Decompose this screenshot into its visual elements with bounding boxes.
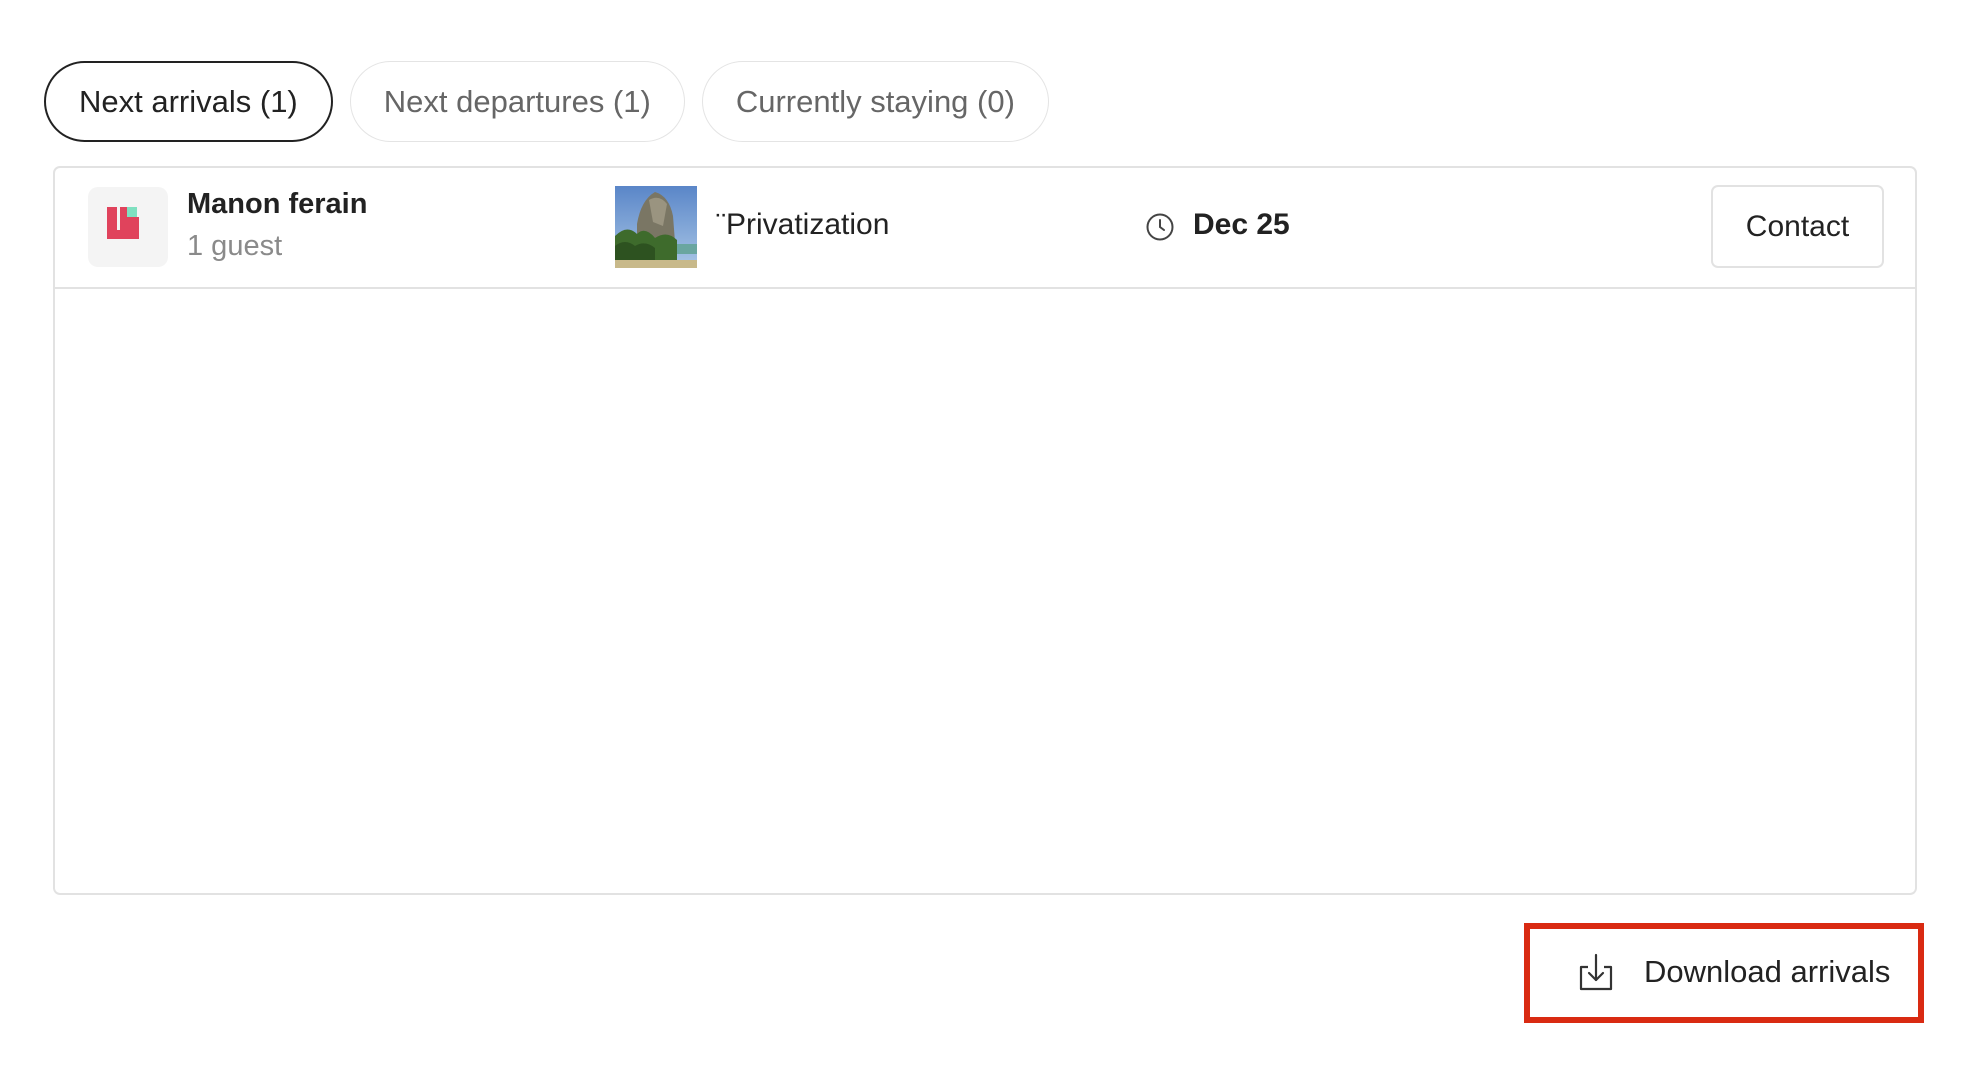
tab-currently-staying[interactable]: Currently staying (0) [701, 61, 1049, 142]
guest-count: 1 guest [187, 230, 283, 262]
reservation-tabs: Next arrivals (1) Next departures (1) Cu… [44, 61, 1049, 142]
tab-next-departures[interactable]: Next departures (1) [349, 61, 685, 142]
download-arrivals-label: Download arrivals [1644, 954, 1891, 989]
listing-title[interactable]: ¨Privatization [716, 208, 889, 242]
download-arrivals-button[interactable]: Download arrivals [1530, 929, 1918, 1017]
listing-thumbnail [615, 186, 697, 268]
table-row: Manon ferain 1 guest ¨Privatization Dec … [55, 168, 1915, 289]
arrivals-table: Manon ferain 1 guest ¨Privatization Dec … [53, 166, 1917, 895]
avatar [88, 187, 168, 267]
arrivals-page: Next arrivals (1) Next departures (1) Cu… [0, 0, 1972, 1068]
download-highlight: Download arrivals [1524, 923, 1924, 1023]
arrival-date: Dec 25 [1193, 208, 1290, 241]
contact-button[interactable]: Contact [1711, 185, 1884, 268]
download-icon [1579, 953, 1613, 991]
host-logo-icon [107, 207, 139, 239]
listing-photo-icon [615, 186, 697, 268]
guest-name: Manon ferain [187, 188, 368, 220]
clock-icon [1146, 213, 1174, 241]
tab-next-arrivals[interactable]: Next arrivals (1) [44, 61, 333, 142]
